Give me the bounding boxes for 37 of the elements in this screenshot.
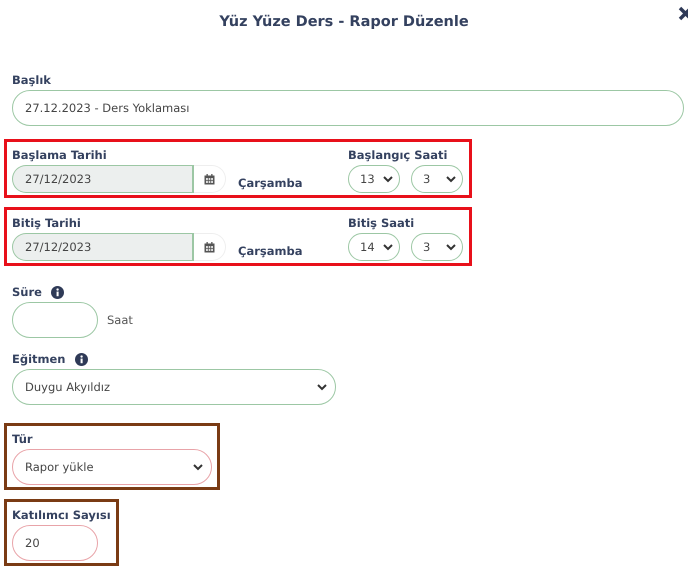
calendar-button[interactable] [194,165,226,193]
dropdown-select[interactable]: Duygu Akyıldız [12,369,336,405]
time-label: Başlangıç Saati [348,148,448,162]
info-icon[interactable] [74,352,88,366]
hour-select[interactable]: 14 [348,233,400,261]
chevron-down-icon [383,176,393,182]
field-label: Bitiş Tarihi [12,216,81,230]
info-icon[interactable] [50,286,64,298]
field-label: Süre [12,285,42,299]
weekday-label: Çarşamba [238,176,304,190]
number-field[interactable]: 20 [12,525,98,561]
chevron-down-icon [193,464,203,470]
title-field[interactable]: 27.12.2023 - Ders Yoklaması [12,90,684,126]
unit-label: Saat [107,313,133,327]
duration-field[interactable] [12,302,98,338]
time-label: Bitiş Saati [348,216,414,230]
minute-select[interactable]: 3 [411,165,463,193]
calendar-button[interactable] [194,233,226,261]
field-label: Başlık [12,73,51,87]
field-label: Tür [12,432,33,446]
dialog-title: Yüz Yüze Ders - Rapor Düzenle [219,14,469,30]
calendar-icon [204,242,215,252]
minute-select[interactable]: 3 [411,233,463,261]
field-label: Başlama Tarihi [12,148,107,162]
dropdown-select[interactable]: Rapor yükle [12,449,212,485]
date-field[interactable]: 27/12/2023 [12,165,194,193]
calendar-icon [204,174,215,184]
close-icon[interactable] [678,6,688,21]
field-label: Katılımcı Sayısı [12,508,111,522]
chevron-down-icon [383,244,393,250]
weekday-label: Çarşamba [238,244,304,258]
chevron-down-icon [446,244,456,250]
date-field[interactable]: 27/12/2023 [12,233,194,261]
hour-select[interactable]: 13 [348,165,400,193]
chevron-down-icon [446,176,456,182]
field-label: Eğitmen [12,352,66,366]
chevron-down-icon [317,384,327,390]
